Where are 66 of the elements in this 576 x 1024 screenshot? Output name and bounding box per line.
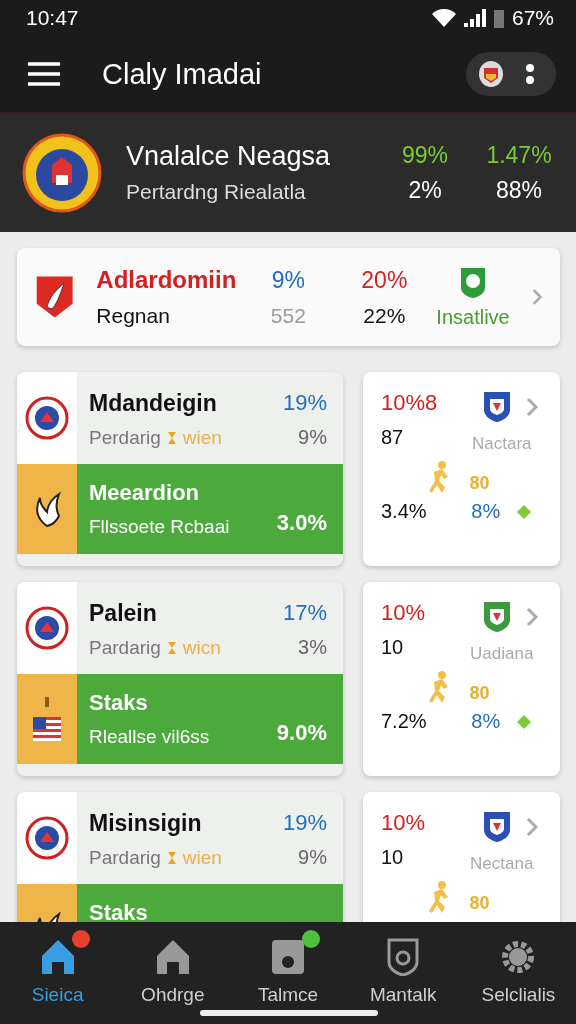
match-card[interactable]: Mdandeigin Perdarig wien 19% 9% Meeardion Fllssoete Rcbaai 3.0% bbox=[17, 372, 343, 566]
tag-label: wien bbox=[182, 847, 222, 869]
status-label: Insatlive bbox=[436, 305, 510, 329]
team-subtitle: Pardarig bbox=[89, 847, 161, 869]
team-subtitle: Rleallse vil6ss bbox=[89, 726, 210, 748]
match-card[interactable]: Palein Pardarig wicn 17% 3% Staks Rleallse vil6ss 9.0% bbox=[17, 582, 343, 776]
stat-value: 10% bbox=[381, 810, 426, 836]
team-name: Palein bbox=[89, 600, 157, 627]
score-label: 80 bbox=[469, 473, 490, 494]
nav-tab[interactable]: Talmce bbox=[230, 928, 346, 1010]
stat-value: 10% bbox=[381, 600, 426, 626]
stat-value: 17% bbox=[282, 600, 327, 626]
team-subtitle: Regnan bbox=[96, 304, 170, 328]
stat-value: 88% bbox=[495, 176, 542, 204]
score-label: 80 bbox=[469, 683, 490, 704]
team-name: Meeardion bbox=[89, 480, 200, 506]
stat-value: 3.4% bbox=[381, 500, 428, 523]
tag-label: wien bbox=[182, 427, 222, 449]
team-label: Nactara bbox=[472, 434, 532, 454]
nav-tab[interactable]: Selclialis bbox=[460, 928, 576, 1010]
tag-label: wicn bbox=[182, 637, 221, 659]
stat-value: 9% bbox=[298, 426, 327, 449]
team-label: Nectana bbox=[470, 854, 534, 874]
team-name: Adlardomiin bbox=[96, 266, 237, 294]
stat-value: 19% bbox=[282, 810, 327, 836]
featured-card[interactable]: Adlardomiin Regnan 9% 552 20% 22% Insatlive bbox=[17, 248, 560, 346]
team-name: Staks bbox=[89, 690, 148, 716]
battery-percent: 67% bbox=[511, 6, 554, 30]
team-subtitle: Perdarig bbox=[89, 427, 161, 449]
app-title: Claly Imadai bbox=[102, 57, 263, 91]
stat-value: 10%8 bbox=[381, 390, 438, 416]
stat-value: 3.0% bbox=[276, 510, 327, 536]
stat-value: 1.47% bbox=[486, 141, 552, 169]
nav-tab[interactable]: Sieica bbox=[0, 928, 116, 1010]
team-subtitle: Pardarig bbox=[89, 637, 161, 659]
team-name: Mdandeigin bbox=[89, 390, 217, 417]
stat-value: 3% bbox=[298, 636, 327, 659]
stats-card[interactable]: 10% 10 Uadiana 80 7.2% 8% bbox=[363, 582, 560, 776]
stat-value: 9% bbox=[298, 846, 327, 869]
stat-value: 19% bbox=[282, 390, 327, 416]
team-name: Vnalalce Neagsa bbox=[126, 141, 332, 172]
stat-value: 2% bbox=[408, 176, 442, 204]
stat-value: 9% bbox=[271, 266, 305, 294]
team-name: Misinsigin bbox=[89, 810, 202, 837]
status-time: 10:47 bbox=[26, 6, 79, 30]
nav-tab[interactable]: Mantalk bbox=[345, 928, 461, 1010]
stats-card[interactable]: 10% 10 Nectana 80 bbox=[363, 792, 560, 922]
nav-tab[interactable]: Ohdrge bbox=[115, 928, 231, 1010]
team-label: Uadiana bbox=[470, 644, 534, 664]
match-card[interactable]: Misinsigin Pardarig wien 19% 9% Staks bbox=[17, 792, 343, 922]
team-name: Staks bbox=[89, 900, 148, 922]
stat-value: 552 bbox=[270, 303, 306, 328]
stat-value: 87 bbox=[381, 426, 404, 449]
team-subtitle: Fllssoete Rcbaai bbox=[89, 516, 230, 538]
stat-value: 10 bbox=[381, 636, 404, 659]
stat-value: 20% bbox=[361, 266, 408, 294]
stat-value: 8% bbox=[471, 500, 501, 523]
stat-value: 9.0% bbox=[276, 720, 327, 746]
stat-value: 10 bbox=[381, 846, 404, 869]
stat-value: 22% bbox=[363, 303, 406, 328]
score-label: 80 bbox=[469, 893, 490, 914]
stats-card[interactable]: 10%8 87 Nactara 80 3.4% 8% bbox=[363, 372, 560, 566]
stat-value: 7.2% bbox=[381, 710, 428, 733]
stat-value: 8% bbox=[471, 710, 501, 733]
stat-value: 99% bbox=[401, 141, 448, 169]
team-subtitle: Pertardng Riealatla bbox=[126, 180, 307, 204]
